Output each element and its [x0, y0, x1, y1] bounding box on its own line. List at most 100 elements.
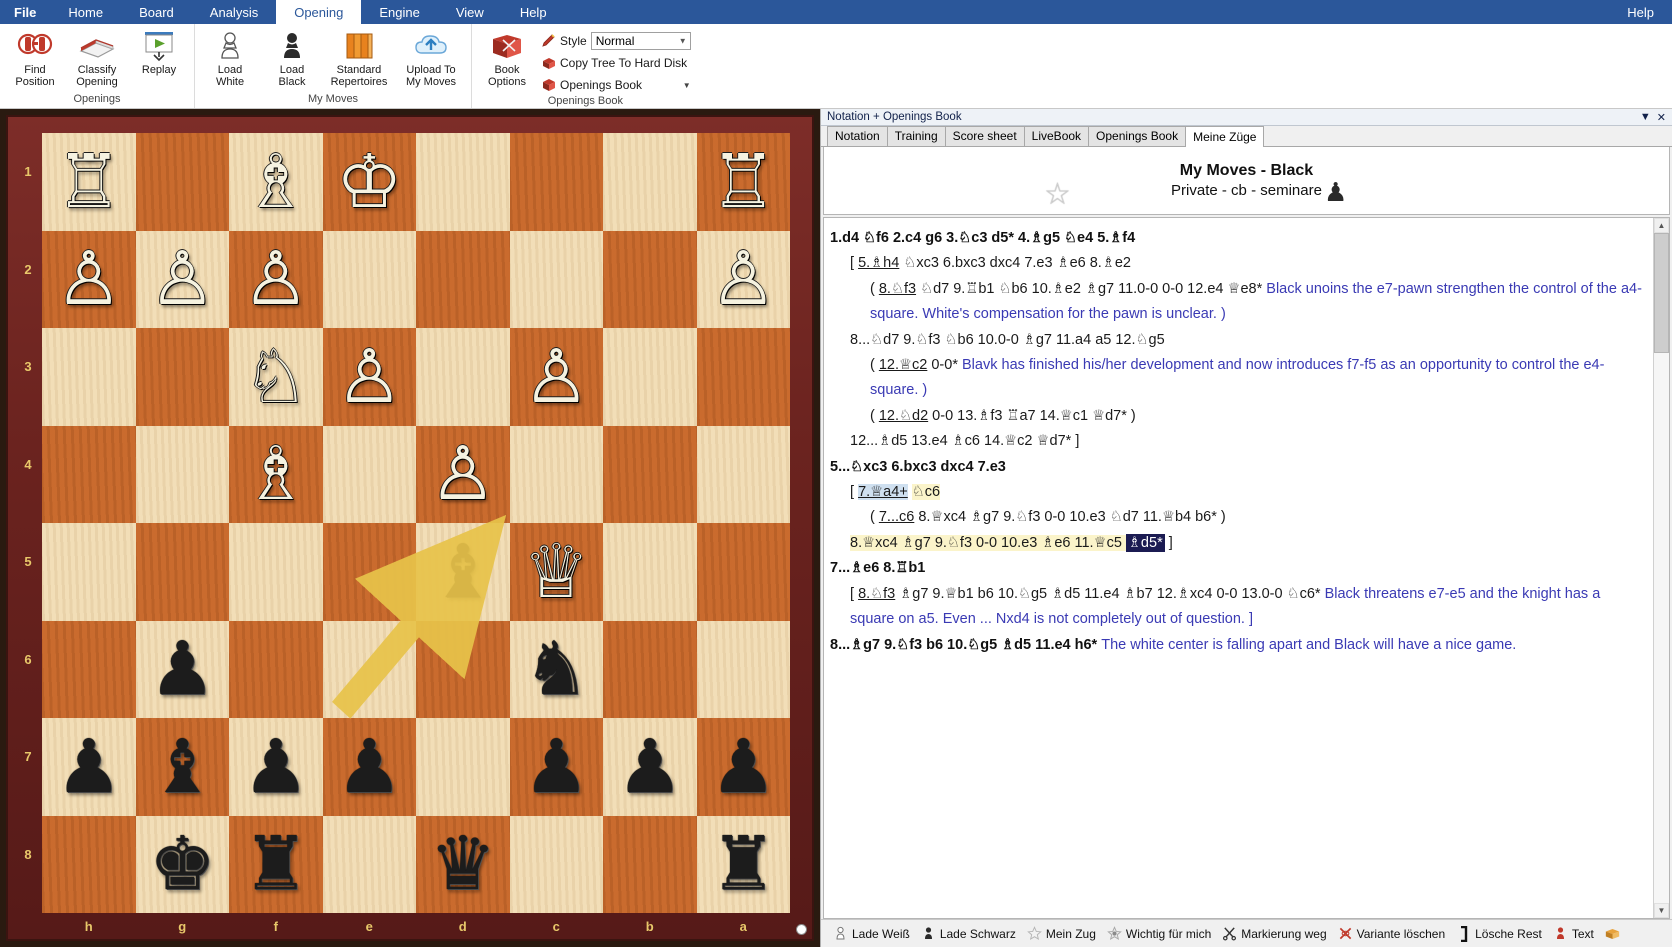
board-square-b7[interactable]: ♟ [603, 718, 697, 816]
board-square-d6[interactable] [416, 620, 510, 718]
board-square-g7[interactable]: ♝ [135, 718, 229, 816]
board-square-h2[interactable]: ♙ [42, 230, 136, 328]
bottom-button-text[interactable]: Text [1549, 924, 1598, 943]
board-square-d3[interactable] [416, 328, 510, 426]
board-square-b2[interactable] [603, 230, 697, 328]
piece-white-R[interactable]: ♖ [56, 144, 122, 219]
board-square-f3[interactable]: ♘ [229, 328, 323, 426]
board-square-a5[interactable] [696, 523, 790, 621]
chessboard-grid[interactable]: ♖ ♗ ♔ ♖ ♙ ♙ ♙ ♙ ♘ ♙ ♙ ♗ ♙ ♝ ♕ ♟ ♞ ♟ ♝ ♟ ♟ ♟ ♟ ♟ ♚ ♜ ♛ ♜ [42, 133, 790, 913]
notation-segment[interactable]: 12.♘d2 [879, 408, 928, 424]
board-square-e2[interactable] [322, 230, 416, 328]
board-square-c2[interactable] [509, 230, 603, 328]
load-black-button[interactable]: Load Black [261, 27, 323, 88]
notation-segment[interactable]: 7.♕a4+ [858, 484, 908, 501]
board-square-h4[interactable] [42, 425, 136, 523]
bottom-button-mein-zug[interactable]: Mein Zug [1023, 924, 1100, 943]
notation-segment[interactable]: ♘xc3 6.bxc3 dxc4 7.e3 ♗e6 8.♗e2 [899, 255, 1131, 271]
scrollbar-track[interactable] [1654, 233, 1669, 903]
notation-segment[interactable]: 12.♕c2 [879, 357, 927, 373]
scroll-up-icon[interactable]: ▲ [1654, 218, 1669, 233]
bottom-button-lade-schwarz[interactable]: Lade Schwarz [917, 924, 1020, 943]
piece-black-P[interactable]: ♟ [149, 632, 215, 706]
tab-livebook[interactable]: LiveBook [1023, 126, 1090, 146]
notation-segment[interactable]: 0-0* [927, 357, 962, 373]
board-square-a1[interactable]: ♖ [696, 133, 790, 231]
menu-item-file[interactable]: File [0, 0, 50, 24]
notation-segment[interactable]: 8...♘d7 9.♘f3 ♘b6 10.0-0 ♗g7 11.a4 a5 12… [850, 332, 1165, 348]
piece-white-P[interactable]: ♙ [56, 242, 122, 316]
notation-text[interactable]: 1.d4 ♘f6 2.c4 g6 3.♘c3 d5* 4.♗g5 ♘e4 5.♗… [824, 218, 1653, 918]
replay-button[interactable]: Replay [128, 27, 190, 76]
notation-segment[interactable]: ] [1165, 535, 1173, 551]
piece-white-P[interactable]: ♙ [523, 339, 589, 414]
notation-line[interactable]: 8...♘d7 9.♘f3 ♘b6 10.0-0 ♗g7 11.a4 a5 12… [830, 328, 1643, 353]
board-square-b4[interactable] [603, 425, 697, 523]
piece-white-P[interactable]: ♙ [430, 437, 496, 511]
piece-black-Q[interactable]: ♛ [430, 827, 496, 901]
piece-white-Q[interactable]: ♕ [523, 534, 589, 609]
find-position-button[interactable]: Find Position [4, 27, 66, 88]
notation-segment[interactable]: ♘d7 9.♖b1 ♘b6 10.♗e2 ♗g7 11.0-0 0-0 12.e… [916, 281, 1266, 297]
piece-white-P[interactable]: ♙ [243, 242, 309, 316]
menu-item-opening[interactable]: Opening [276, 0, 362, 24]
piece-black-R[interactable]: ♜ [243, 827, 309, 901]
notation-segment[interactable]: [ [850, 484, 858, 500]
menu-item-help[interactable]: Help [502, 0, 565, 24]
bottom-button-lösche-rest[interactable]: Lösche Rest [1452, 924, 1546, 944]
notation-line[interactable]: ( 8.♘f3 ♘d7 9.♖b1 ♘b6 10.♗e2 ♗g7 11.0-0 … [830, 277, 1643, 328]
board-square-f6[interactable] [229, 620, 323, 718]
bottom-button-variante-löschen[interactable]: Variante löschen [1334, 924, 1450, 943]
board-square-e8[interactable] [322, 815, 416, 913]
board-square-h7[interactable]: ♟ [42, 718, 136, 816]
standard-repertoires-button[interactable]: Standard Repertoires [323, 27, 395, 88]
board-square-f8[interactable]: ♜ [229, 815, 323, 913]
menu-item-board[interactable]: Board [121, 0, 192, 24]
tab-meine-züge[interactable]: Meine Züge [1185, 126, 1265, 147]
tab-openings-book[interactable]: Openings Book [1088, 126, 1187, 146]
board-square-g1[interactable] [135, 133, 229, 231]
notation-segment[interactable]: ♘c6 [911, 484, 941, 501]
notation-segment[interactable]: 5.♗h4 [858, 255, 899, 271]
board-square-c8[interactable] [509, 815, 603, 913]
notation-segment[interactable]: 5...♘xc3 6.bxc3 dxc4 7.e3 [830, 459, 1006, 475]
style-combobox[interactable]: Normal ▼ [590, 32, 691, 50]
board-square-d2[interactable] [416, 230, 510, 328]
notation-line[interactable]: 1.d4 ♘f6 2.c4 g6 3.♘c3 d5* 4.♗g5 ♘e4 5.♗… [830, 226, 1643, 251]
menu-item-view[interactable]: View [438, 0, 502, 24]
tab-training[interactable]: Training [886, 126, 946, 146]
board-square-b8[interactable] [603, 815, 697, 913]
piece-black-P[interactable]: ♟ [336, 729, 402, 804]
bottom-button-book[interactable] [1601, 925, 1624, 943]
notation-segment[interactable]: 8...♗g7 9.♘f3 b6 10.♘g5 ♗d5 11.e4 h6* [830, 637, 1101, 653]
board-square-e1[interactable]: ♔ [322, 133, 416, 231]
minimize-icon[interactable]: ▼ [1640, 111, 1651, 124]
board-square-h8[interactable] [42, 815, 136, 913]
piece-black-P[interactable]: ♟ [243, 729, 309, 804]
board-square-h6[interactable] [42, 620, 136, 718]
notation-segment[interactable]: 8.♘f3 [858, 586, 895, 602]
notation-segment[interactable]: 8.♕xc4 ♗g7 9.♘f3 0-0 10.e3 ♘d7 11.♕b4 b6… [914, 509, 1225, 525]
board-square-b1[interactable] [603, 133, 697, 231]
menu-item-help-right[interactable]: Help [1609, 0, 1672, 24]
notation-line[interactable]: [ 5.♗h4 ♘xc3 6.bxc3 dxc4 7.e3 ♗e6 8.♗e2 [830, 251, 1643, 276]
board-square-f5[interactable] [229, 523, 323, 621]
notation-line[interactable]: ( 7...c6 8.♕xc4 ♗g7 9.♘f3 0-0 10.e3 ♘d7 … [830, 505, 1643, 530]
notation-line[interactable]: 12...♗d5 13.e4 ♗c6 14.♕c2 ♕d7* ] [830, 429, 1643, 454]
openings-book-row[interactable]: Openings Book ▼ [538, 75, 695, 95]
piece-white-N[interactable]: ♘ [243, 339, 309, 414]
classify-opening-button[interactable]: Classify Opening [66, 27, 128, 88]
board-square-e7[interactable]: ♟ [322, 718, 416, 816]
board-square-d5[interactable]: ♝ [416, 523, 510, 621]
piece-black-B[interactable]: ♝ [430, 534, 496, 609]
notation-segment[interactable]: ( [870, 281, 879, 297]
piece-black-K[interactable]: ♚ [149, 827, 215, 901]
bottom-button-markierung-weg[interactable]: Markierung weg [1218, 924, 1330, 943]
notation-segment[interactable]: 8.♕xc4 ♗g7 9.♘f3 0-0 10.e3 ♗e6 11.♕c5 [850, 534, 1126, 551]
board-square-a6[interactable] [696, 620, 790, 718]
board-square-h3[interactable] [42, 328, 136, 426]
board-square-a7[interactable]: ♟ [696, 718, 790, 816]
board-square-d4[interactable]: ♙ [416, 425, 510, 523]
notation-segment[interactable]: 7...c6 [879, 509, 914, 525]
copy-tree-to-hard-disk-row[interactable]: Copy Tree To Hard Disk [538, 53, 695, 73]
